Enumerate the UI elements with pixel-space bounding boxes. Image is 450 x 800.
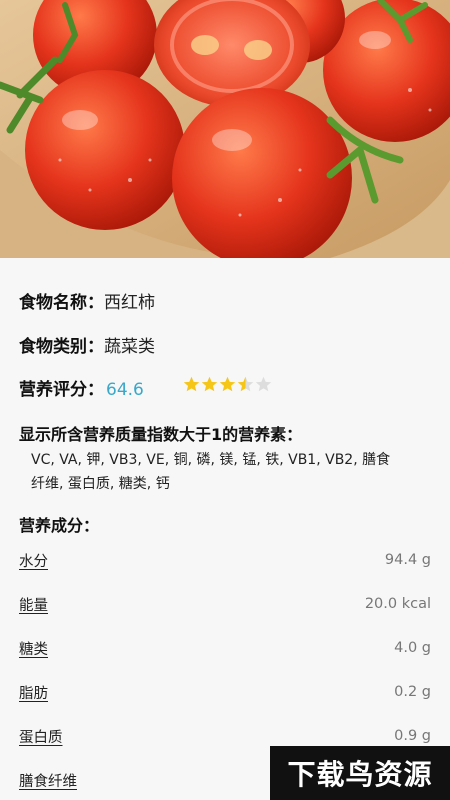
nutrient-row[interactable]: 能量 20.0 kcal xyxy=(19,590,431,618)
watermark-text: 下载鸟资源 xyxy=(287,758,433,791)
nutrient-row[interactable]: 糖类 4.0 g xyxy=(19,634,431,662)
rating-stars xyxy=(183,376,272,393)
nutrient-summary-list: VC, VA, 钾, VB3, VE, 铜, 磷, 镁, 锰, 铁, VB1, … xyxy=(31,448,431,496)
nutrient-row[interactable]: 脂肪 0.2 g xyxy=(19,678,431,706)
food-name-value: 西红柿 xyxy=(104,293,155,313)
food-name-row: 食物名称： 西红柿 xyxy=(19,288,155,313)
star-icon xyxy=(255,376,272,392)
food-category-value: 蔬菜类 xyxy=(104,337,155,357)
composition-title: 营养成分： xyxy=(19,516,100,535)
watermark-logo: 下载鸟资源 xyxy=(270,746,450,800)
nutrient-value: 94.4 g xyxy=(384,552,431,568)
food-name-label: 食物名称： xyxy=(19,293,104,313)
star-icon xyxy=(183,376,200,392)
star-icon xyxy=(219,376,236,392)
nutrient-summary-line: VC, VA, 钾, VB3, VE, 铜, 磷, 镁, 锰, 铁, VB1, … xyxy=(31,452,391,468)
nutrient-name[interactable]: 水分 xyxy=(19,550,48,571)
star-icon xyxy=(201,376,218,392)
star-icon xyxy=(237,376,254,392)
nutrition-score-value: 64.6 xyxy=(106,380,144,400)
nutrient-summary-title: 显示所含营养质量指数大于1的营养素： xyxy=(19,425,303,444)
food-category-label: 食物类别： xyxy=(19,337,104,357)
nutrient-name[interactable]: 蛋白质 xyxy=(19,726,63,747)
nutrition-score-row: 营养评分： 64.6 xyxy=(19,375,144,400)
food-category-row: 食物类别： 蔬菜类 xyxy=(19,332,155,357)
nutrient-value: 0.2 g xyxy=(394,684,431,700)
nutrient-value: 20.0 kcal xyxy=(364,596,431,612)
nutrition-score-label: 营养评分： xyxy=(19,380,104,400)
nutrient-row[interactable]: 水分 94.4 g xyxy=(19,546,431,574)
nutrient-name[interactable]: 膳食纤维 xyxy=(19,770,77,791)
nutrient-summary-line: 纤维, 蛋白质, 糖类, 钙 xyxy=(31,476,170,492)
nutrient-value: 0.9 g xyxy=(394,728,431,744)
food-photo xyxy=(0,0,450,258)
food-detail-panel: 食物名称： 西红柿 食物类别： 蔬菜类 营养评分： 64.6 显示所含营养质量指… xyxy=(0,258,450,800)
nutrient-name[interactable]: 脂肪 xyxy=(19,682,48,703)
nutrient-name[interactable]: 能量 xyxy=(19,594,48,615)
nutrient-name[interactable]: 糖类 xyxy=(19,638,48,659)
nutrient-value: 4.0 g xyxy=(394,640,431,656)
